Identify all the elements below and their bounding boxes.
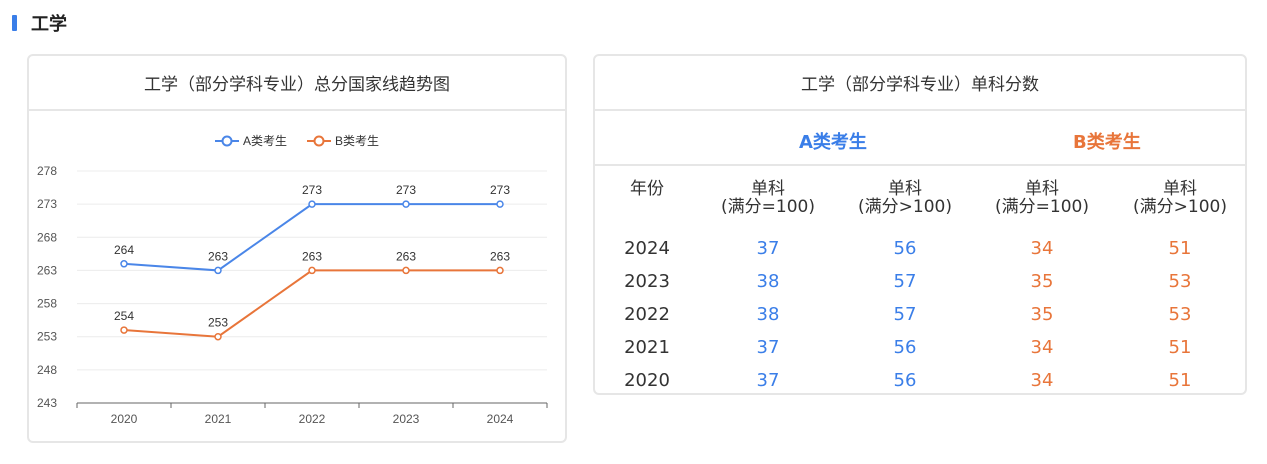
col-year-header: 年份 xyxy=(630,179,664,199)
data-label: 254 xyxy=(114,309,134,323)
table-header: 年份 单科 (满分=100) 单科 (满分>100) 单科 (满分=100) 单… xyxy=(595,168,1245,232)
table-row: 2020 37 56 34 51 xyxy=(595,364,1245,397)
cell-b2: 51 xyxy=(1168,238,1192,259)
y-tick-label: 258 xyxy=(37,297,57,311)
table-row: 2021 37 56 34 51 xyxy=(595,331,1245,364)
section-accent-bar xyxy=(12,15,17,31)
cell-year: 2021 xyxy=(624,337,670,358)
data-label: 264 xyxy=(114,243,134,257)
data-point xyxy=(496,200,504,208)
x-tick-label: 2023 xyxy=(393,412,420,426)
table-row: 2022 38 57 35 53 xyxy=(595,298,1245,331)
y-tick-label: 248 xyxy=(37,363,57,377)
cell-b2: 51 xyxy=(1168,370,1192,391)
trend-chart-card: 工学（部分学科专业）总分国家线趋势图 243 248 253 258 263 268 273… xyxy=(27,54,567,443)
group-a-label: A类考生 xyxy=(799,132,867,153)
cell-a2: 57 xyxy=(893,271,917,292)
col-b2-header: 单科 (满分>100) xyxy=(1133,179,1227,217)
col-a2-header: 单科 (满分>100) xyxy=(858,179,952,217)
cell-a2: 56 xyxy=(893,337,917,358)
data-point xyxy=(402,200,410,208)
cell-b1: 34 xyxy=(1030,337,1054,358)
cell-a1: 38 xyxy=(756,271,780,292)
data-point xyxy=(308,266,316,275)
x-tick-label: 2024 xyxy=(487,412,514,426)
data-point xyxy=(120,326,128,334)
cell-year: 2024 xyxy=(624,238,670,259)
group-b-label: B类考生 xyxy=(1073,132,1141,153)
data-label: 263 xyxy=(208,249,228,263)
table-body: 2024 37 56 34 51 2023 38 57 35 53 2022 38 57 35 53 2021… xyxy=(595,232,1245,397)
table-row: 2023 38 57 35 53 xyxy=(595,265,1245,298)
chart-title: 工学（部分学科专业）总分国家线趋势图 xyxy=(29,56,565,111)
data-point xyxy=(120,260,128,268)
cell-year: 2023 xyxy=(624,271,670,292)
data-label: 273 xyxy=(302,183,322,197)
x-tick-label: 2021 xyxy=(205,412,232,426)
data-label: 263 xyxy=(396,249,416,263)
cell-b2: 53 xyxy=(1168,271,1192,292)
cell-b1: 35 xyxy=(1030,304,1054,325)
table-title: 工学（部分学科专业）单科分数 xyxy=(595,56,1245,111)
data-label: 253 xyxy=(208,316,228,330)
score-table: 年份 单科 (满分=100) 单科 (满分>100) 单科 (满分=100) 单… xyxy=(595,168,1245,397)
cell-b2: 53 xyxy=(1168,304,1192,325)
cell-b1: 35 xyxy=(1030,271,1054,292)
cell-a2: 56 xyxy=(893,238,917,259)
y-tick-label: 273 xyxy=(37,197,57,211)
data-point xyxy=(496,266,504,275)
cell-year: 2020 xyxy=(624,370,670,391)
data-label: 273 xyxy=(490,183,510,197)
cell-a1: 38 xyxy=(756,304,780,325)
cell-b1: 34 xyxy=(1030,238,1054,259)
legend-swatch-marker xyxy=(313,135,325,147)
single-score-card: 工学（部分学科专业）单科分数 A类考生 B类考生 年份 单科 (满分=100) … xyxy=(593,54,1247,395)
cell-a2: 57 xyxy=(893,304,917,325)
y-tick-label: 253 xyxy=(37,330,57,344)
col-a1-header: 单科 (满分=100) xyxy=(721,179,815,217)
section-header: 工学 xyxy=(12,12,67,35)
legend-label: B类考生 xyxy=(335,134,379,148)
cell-year: 2022 xyxy=(624,304,670,325)
cell-a2: 56 xyxy=(893,370,917,391)
data-point xyxy=(308,200,316,208)
x-tick-label: 2022 xyxy=(299,412,326,426)
line-chart: 243 248 253 258 263 268 273 278 2020 2021 2022 2023… xyxy=(37,134,548,426)
y-tick-label: 278 xyxy=(37,164,57,178)
data-point xyxy=(214,332,222,341)
legend-label: A类考生 xyxy=(243,134,287,148)
x-tick-label: 2020 xyxy=(111,412,138,426)
section-title: 工学 xyxy=(31,14,67,35)
data-point xyxy=(214,266,222,275)
table-row: 2024 37 56 34 51 xyxy=(595,232,1245,265)
data-label: 263 xyxy=(490,249,510,263)
cell-a1: 37 xyxy=(756,337,780,358)
data-point xyxy=(402,266,410,275)
group-header-row: A类考生 B类考生 xyxy=(595,111,1245,166)
y-tick-label: 243 xyxy=(37,396,57,410)
cell-b1: 34 xyxy=(1030,370,1054,391)
cell-a1: 37 xyxy=(756,370,780,391)
legend-swatch-marker xyxy=(221,135,233,147)
data-label: 273 xyxy=(396,183,416,197)
col-b1-header: 单科 (满分=100) xyxy=(995,179,1089,217)
y-tick-label: 263 xyxy=(37,263,57,277)
cell-a1: 37 xyxy=(756,238,780,259)
data-label: 263 xyxy=(302,249,322,263)
y-tick-label: 268 xyxy=(37,230,57,244)
cell-b2: 51 xyxy=(1168,337,1192,358)
